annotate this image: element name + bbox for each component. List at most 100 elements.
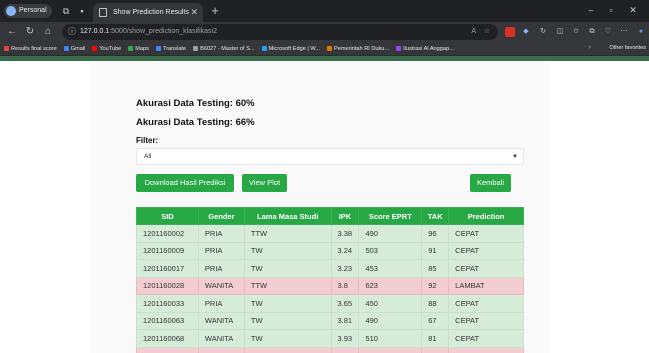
cell-score-eprt: 623 [358, 276, 423, 295]
bookmark-item[interactable]: Results final score [4, 46, 57, 52]
cell-sid: 1201160002 [136, 224, 199, 243]
cell-tak: 69 [421, 346, 450, 353]
more-bookmarks-chevron-icon[interactable]: › [589, 44, 591, 51]
close-tab-icon[interactable]: ✕ [190, 3, 198, 22]
bookmark-item[interactable]: Microsoft Edge | W... [261, 46, 320, 52]
column-header-score-eprt[interactable]: Score EPRT [358, 207, 423, 225]
browser-toolbar: ← ↻ ⌂ ⓘ 127.0.0.1:5000/show_prediction_k… [0, 22, 649, 42]
new-tab-button[interactable]: + [207, 3, 223, 19]
cell-study-duration: TTW [243, 276, 332, 295]
address-bar[interactable]: ⓘ 127.0.0.1:5000/show_prediction_klasifi… [62, 24, 498, 40]
bookmark-item[interactable]: Translate [155, 46, 186, 52]
home-icon[interactable]: ⌂ [42, 26, 54, 38]
table-row: 1201160009 PRIA TW 3.24 503 91 CEPAT [136, 241, 524, 260]
accuracy-text-1: Akurasi Data Testing: 60% [136, 98, 255, 109]
favorites-icon[interactable]: ✩ [571, 27, 581, 37]
cell-gender: PRIA [197, 294, 245, 313]
cell-sid: 1201160063 [136, 311, 199, 330]
cell-sid: 1201160017 [136, 259, 199, 278]
cell-tak: 85 [421, 259, 450, 278]
cell-study-duration: TW [243, 241, 332, 260]
cell-score-eprt: 490 [358, 224, 423, 243]
youtube-icon [92, 46, 98, 51]
view-plot-button[interactable]: View Plot [242, 174, 287, 192]
table-row: 1201160002 PRIA TTW 3.38 490 96 CEPAT [136, 224, 524, 243]
tab-actions-icon[interactable]: ▪ [76, 5, 88, 17]
cell-prediction: CEPAT [448, 224, 524, 243]
column-header-tak[interactable]: TAK [421, 207, 450, 225]
profile-button[interactable]: Personal [4, 4, 52, 18]
cell-tak: 88 [421, 294, 450, 313]
refresh-icon[interactable]: ↻ [24, 26, 36, 38]
table-header-row: SID Gender Lama Masa Studi IPK Score EPR… [136, 207, 524, 225]
minimize-icon[interactable]: – [582, 3, 600, 17]
cell-study-duration: TTW [243, 346, 332, 353]
browser-tab-active[interactable]: Show Prediction Results ✕ [93, 3, 203, 22]
bookmark-item[interactable]: Ilustrasi Al Anggap... [396, 46, 454, 52]
close-window-icon[interactable]: ✕ [624, 3, 642, 17]
column-header-study-duration[interactable]: Lama Masa Studi [243, 207, 332, 225]
bookmark-item[interactable]: YouTube [92, 46, 121, 52]
split-screen-icon[interactable]: ◫ [555, 27, 565, 37]
profile-label: Personal [19, 7, 47, 14]
table-row: 1201160068 WANITA TW 3.93 510 81 CEPAT [136, 329, 524, 348]
cell-tak: 96 [421, 224, 450, 243]
bookmark-item[interactable]: Maps [128, 46, 149, 52]
column-header-ipk[interactable]: IPK [330, 207, 360, 225]
refresh-extension-icon[interactable]: ↻ [538, 27, 548, 37]
cell-prediction: CEPAT [448, 241, 524, 260]
bookmark-item[interactable]: Gmail [63, 46, 85, 52]
other-favorites-folder[interactable]: Other favorites [607, 45, 646, 51]
extension-red-icon[interactable] [505, 27, 515, 37]
collections-icon[interactable]: ⧉ [587, 27, 597, 37]
accuracy-text-2: Akurasi Data Testing: 66% [136, 117, 255, 128]
maximize-icon[interactable]: ▫ [602, 3, 620, 17]
back-button[interactable]: Kembali [470, 174, 511, 192]
results-container: Akurasi Data Testing: 60% Akurasi Data T… [90, 61, 550, 353]
more-menu-icon[interactable]: ⋯ [619, 27, 629, 37]
cell-gender: PRIA [197, 241, 245, 260]
page-viewport: Akurasi Data Testing: 60% Akurasi Data T… [0, 56, 649, 353]
read-aloud-icon[interactable]: A [471, 24, 476, 40]
cell-score-eprt: 510 [358, 329, 423, 348]
table-row: 1201160028 WANITA TTW 3.8 623 92 LAMBAT [136, 276, 524, 295]
url-path: :5000/show_prediction_klasifikasi2 [109, 28, 217, 35]
extension-arrows-icon[interactable]: ◆ [521, 27, 531, 37]
bookmark-favicon-icon [327, 46, 333, 51]
bookmark-favicon-icon [4, 46, 9, 51]
column-header-sid[interactable]: SID [136, 207, 199, 225]
workspaces-icon[interactable]: ⧉ [60, 5, 72, 17]
filter-select[interactable]: All ▼ [136, 148, 524, 165]
cell-gender: WANITA [197, 276, 245, 295]
cell-prediction: LAMBAT [448, 346, 524, 353]
cell-prediction: LAMBAT [448, 276, 524, 295]
page-favicon-icon [99, 8, 107, 17]
chevron-down-icon: ▼ [512, 154, 518, 160]
cell-sid: 1201160028 [136, 276, 199, 295]
cell-study-duration: TTW [243, 224, 332, 243]
cell-ipk: 3.8 [330, 276, 360, 295]
cell-score-eprt: 453 [358, 259, 423, 278]
table-row: 1201160063 WANITA TW 3.81 490 67 CEPAT [136, 311, 524, 330]
site-info-icon[interactable]: ⓘ [68, 24, 76, 40]
download-results-button[interactable]: Download Hasil Prediksi [136, 174, 234, 192]
cell-gender: PRIA [197, 259, 245, 278]
column-header-gender[interactable]: Gender [197, 207, 245, 225]
copilot-icon[interactable]: ● [636, 27, 646, 37]
cell-tak: 81 [421, 329, 450, 348]
bookmark-item[interactable]: Pemerintah RI Duku... [327, 46, 389, 52]
cell-score-eprt: 450 [358, 294, 423, 313]
cell-prediction: CEPAT [448, 329, 524, 348]
translate-icon [155, 46, 161, 51]
column-header-prediction[interactable]: Prediction [448, 207, 524, 225]
back-arrow-icon[interactable]: ← [6, 26, 18, 38]
cell-sid: 1201160068 [136, 329, 199, 348]
favorite-star-icon[interactable]: ☆ [484, 24, 490, 40]
bookmark-item[interactable]: B6027 - Master of S... [193, 46, 255, 52]
cell-gender: WANITA [197, 311, 245, 330]
browser-essentials-icon[interactable]: ♡ [603, 27, 613, 37]
cell-ipk: 3.23 [330, 259, 360, 278]
browser-tab-bar: Personal ⧉ ▪ Show Prediction Results ✕ +… [0, 0, 649, 22]
bookmark-favicon-icon [396, 46, 402, 51]
cell-ipk: 3.24 [330, 241, 360, 260]
